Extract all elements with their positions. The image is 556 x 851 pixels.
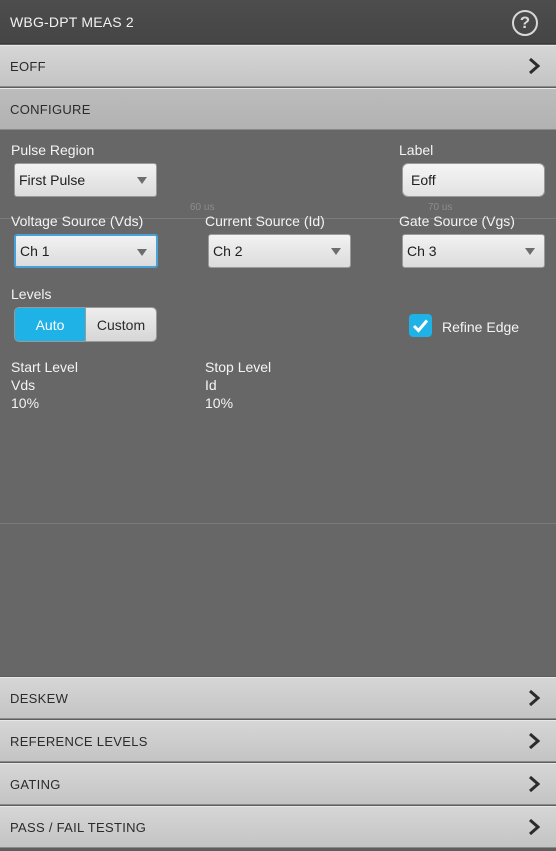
dropdown-arrow-icon: [137, 177, 147, 184]
section-configure-label: CONFIGURE: [10, 101, 91, 117]
start-level-label: Start Level: [11, 359, 78, 375]
section-eoff[interactable]: EOFF: [0, 45, 556, 87]
section-reference-levels[interactable]: REFERENCE LEVELS: [0, 720, 556, 762]
section-pass-fail-label: PASS / FAIL TESTING: [10, 819, 147, 835]
start-level-source: Vds: [11, 377, 36, 393]
chevron-right-icon: [529, 58, 540, 74]
chevron-right-icon: [529, 819, 540, 835]
levels-toggle: Auto Custom: [14, 307, 157, 342]
stop-level-label: Stop Level: [205, 359, 272, 375]
chevron-right-icon: [529, 690, 540, 706]
section-deskew-label: DESKEW: [10, 690, 69, 706]
title-bar: WBG-DPT MEAS 2 ?: [0, 0, 556, 44]
configure-panel: 60 us 70 us: [0, 130, 556, 676]
gate-source-dropdown[interactable]: Ch 3: [402, 234, 545, 268]
current-source-label: Current Source (Id): [205, 213, 325, 229]
chevron-right-icon: [529, 733, 540, 749]
current-source-dropdown[interactable]: Ch 2: [208, 234, 351, 268]
section-gating[interactable]: GATING: [0, 763, 556, 805]
voltage-source-label: Voltage Source (Vds): [11, 213, 144, 229]
dropdown-arrow-icon: [525, 248, 535, 255]
voltage-source-dropdown[interactable]: Ch 1: [14, 234, 158, 268]
levels-auto-button[interactable]: Auto: [15, 308, 85, 341]
section-pass-fail-testing[interactable]: PASS / FAIL TESTING: [0, 806, 556, 848]
pulse-region-value: First Pulse: [19, 172, 86, 188]
background-grid-line: [0, 523, 556, 524]
section-gating-label: GATING: [10, 776, 61, 792]
levels-custom-button[interactable]: Custom: [85, 308, 156, 341]
pulse-region-dropdown[interactable]: First Pulse: [14, 163, 157, 197]
stop-level-source: Id: [205, 377, 217, 393]
levels-label: Levels: [11, 286, 52, 302]
panel-title: WBG-DPT MEAS 2: [10, 13, 134, 30]
label-input[interactable]: Eoff: [402, 163, 545, 197]
section-reference-levels-label: REFERENCE LEVELS: [10, 733, 148, 749]
section-eoff-label: EOFF: [10, 58, 46, 74]
start-level-value: 10%: [11, 395, 40, 411]
dropdown-arrow-icon: [137, 249, 147, 256]
stop-level-value: 10%: [205, 395, 234, 411]
current-source-value: Ch 2: [213, 243, 243, 259]
label-field-label: Label: [399, 142, 434, 158]
gate-source-label: Gate Source (Vgs): [399, 213, 515, 229]
label-input-value: Eoff: [411, 172, 436, 188]
refine-edge-label: Refine Edge: [442, 319, 520, 335]
section-deskew[interactable]: DESKEW: [0, 677, 556, 719]
background-time-tick: 70 us: [428, 202, 453, 213]
pulse-region-label: Pulse Region: [11, 142, 95, 158]
background-time-tick: 60 us: [190, 202, 215, 213]
checkmark-icon: [412, 319, 429, 333]
chevron-right-icon: [529, 776, 540, 792]
section-configure[interactable]: CONFIGURE: [0, 88, 556, 130]
voltage-source-value: Ch 1: [20, 243, 50, 259]
help-icon[interactable]: ?: [512, 10, 538, 36]
refine-edge-checkbox[interactable]: [409, 314, 432, 337]
gate-source-value: Ch 3: [407, 243, 437, 259]
dropdown-arrow-icon: [331, 248, 341, 255]
